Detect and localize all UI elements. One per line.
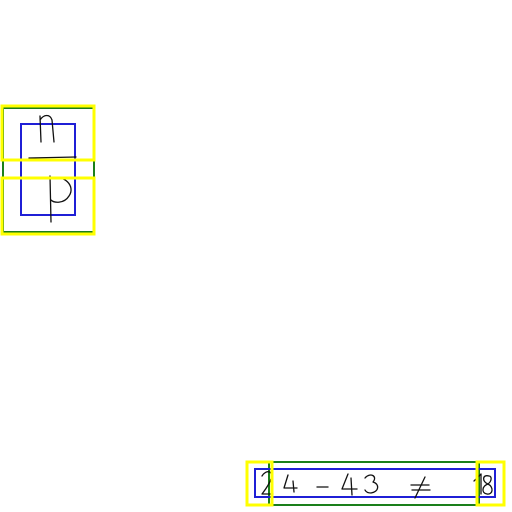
handwritten-digit-8-glyph xyxy=(482,475,493,495)
handwritten-digit-4-glyph xyxy=(283,474,298,493)
handwritten-n-glyph xyxy=(39,114,55,143)
annotation-canvas xyxy=(0,104,506,507)
token-box-denominator xyxy=(0,176,96,236)
handwritten-not-equal-glyph xyxy=(410,476,431,499)
fraction-inner-box xyxy=(20,123,76,216)
expression-group xyxy=(245,460,506,507)
fraction-outer-box xyxy=(2,107,95,233)
token-box-numerator xyxy=(0,104,96,162)
fraction-group xyxy=(0,104,96,236)
handwritten-digit-3-glyph xyxy=(364,474,379,494)
handwritten-digit-4b-glyph xyxy=(341,473,358,496)
fraction-bar-stroke xyxy=(28,156,77,159)
